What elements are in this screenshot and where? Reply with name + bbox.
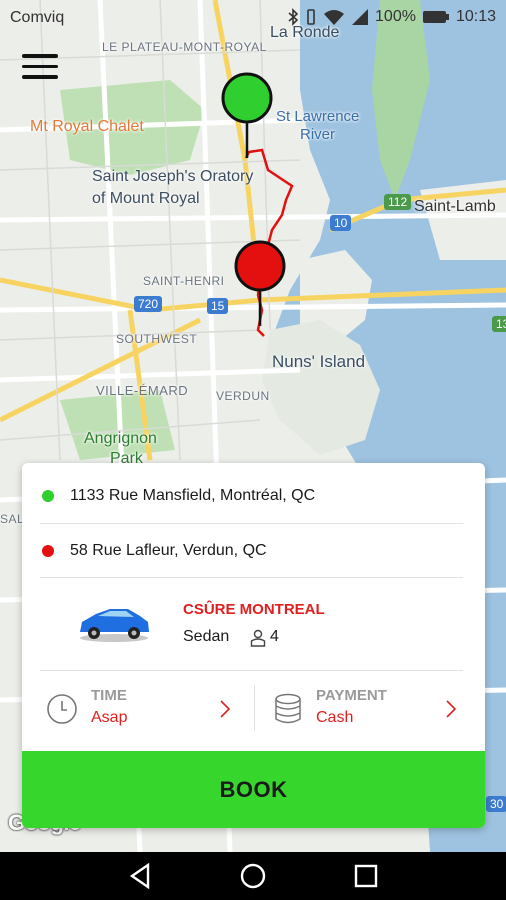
map-label-sal: SAL	[0, 512, 25, 526]
coins-icon	[275, 693, 301, 724]
payment-value: Cash	[316, 709, 354, 726]
time-value: Asap	[91, 709, 128, 726]
map-label-saint-joseph: Saint Joseph's Oratory	[92, 168, 254, 185]
status-icons: 100% 10:13	[287, 8, 496, 26]
map-label-st-lawrence: St Lawrence	[276, 108, 360, 125]
passenger-icon	[250, 629, 266, 647]
status-time: 10:13	[455, 8, 496, 25]
pickup-pin-icon[interactable]	[220, 72, 274, 160]
map-label-mt-royal-chalet: Mt Royal Chalet	[30, 118, 144, 135]
map-label-verdun: VERDUN	[216, 389, 270, 403]
menu-icon-bar	[22, 54, 58, 58]
battery-percent: 100%	[375, 8, 416, 25]
carrier-label: Comviq	[10, 9, 65, 26]
clock-icon	[47, 694, 77, 724]
car-icon[interactable]	[76, 602, 152, 644]
wifi-icon	[324, 10, 345, 25]
vehicle-seats: 4	[270, 628, 279, 645]
payment-label: PAYMENT	[316, 687, 387, 704]
map-label-southwest: SOUTHWEST	[116, 332, 198, 346]
map-label-river: River	[300, 126, 336, 143]
highway-shield-10: 10	[330, 215, 352, 231]
payment-option[interactable]: PAYMENT Cash	[255, 671, 485, 743]
dropoff-dot-icon	[42, 545, 54, 557]
map-label-nuns-island: Nuns' Island	[272, 352, 366, 371]
highway-shield-720: 720	[134, 296, 163, 312]
menu-button[interactable]	[22, 54, 58, 82]
chevron-right-icon	[220, 700, 231, 718]
android-nav-bar	[0, 852, 506, 900]
book-button[interactable]: BOOK	[22, 751, 485, 828]
map-label-saint-lambert: Saint-Lamb	[414, 198, 496, 215]
menu-icon-bar	[22, 75, 58, 79]
time-label: TIME	[91, 687, 127, 704]
back-icon[interactable]	[122, 860, 158, 892]
dropoff-pin-icon[interactable]	[233, 240, 287, 328]
map-label-plateau: LE PLATEAU-MONT-ROYAL	[102, 40, 267, 54]
pickup-dot-icon	[42, 490, 54, 502]
time-option[interactable]: TIME Asap	[22, 671, 254, 743]
map-label-saint-henri: SAINT-HENRI	[143, 274, 225, 288]
map-label-angrignon: Angrignon	[84, 430, 157, 447]
highway-shield-112: 112	[384, 194, 412, 210]
menu-icon-bar	[22, 64, 58, 68]
status-bar: Comviq 100% 10:13	[0, 0, 506, 34]
map-label-mount-royal: of Mount Royal	[92, 190, 200, 207]
battery-icon	[422, 11, 449, 23]
highway-shield-30: 30	[486, 796, 506, 812]
home-icon[interactable]	[235, 860, 271, 892]
highway-shield-15: 15	[207, 298, 229, 314]
vehicle-company: CSÛRE MONTREAL	[183, 601, 325, 618]
signal-icon	[352, 9, 369, 25]
dropoff-address: 58 Rue Lafleur, Verdun, QC	[70, 542, 267, 559]
pickup-address-row[interactable]: 1133 Rue Mansfield, Montréal, QC	[22, 469, 485, 523]
vehicle-type: Sedan	[183, 628, 230, 645]
highway-shield-13: 13	[492, 316, 506, 332]
booking-card: 1133 Rue Mansfield, Montréal, QC 58 Rue …	[22, 463, 485, 828]
map-label-ville-emard: VILLE-ÉMARD	[96, 383, 189, 398]
dropoff-address-row[interactable]: 58 Rue Lafleur, Verdun, QC	[22, 524, 485, 578]
chevron-right-icon	[446, 700, 457, 718]
divider	[40, 577, 463, 578]
recents-icon[interactable]	[348, 860, 384, 892]
vibrate-icon	[307, 9, 315, 25]
pickup-address: 1133 Rue Mansfield, Montréal, QC	[70, 487, 316, 504]
bluetooth-icon	[288, 8, 299, 26]
